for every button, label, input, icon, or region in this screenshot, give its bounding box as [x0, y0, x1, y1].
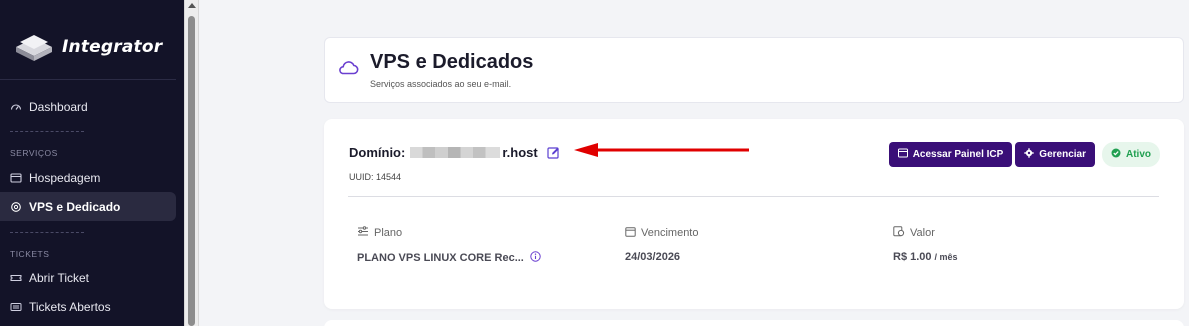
sidebar-separator — [10, 131, 84, 132]
redacted-domain — [410, 147, 501, 158]
scroll-up-arrow-icon[interactable] — [188, 3, 196, 8]
gear-globe-icon — [10, 201, 22, 213]
sidebar-separator — [10, 232, 84, 233]
next-service-card — [324, 320, 1184, 326]
ticket-icon — [10, 272, 22, 284]
sidebar-item-label: VPS e Dedicado — [29, 199, 121, 214]
red-arrow-annotation — [574, 143, 749, 157]
brand-logo[interactable]: Integrator — [12, 30, 162, 64]
sidebar-item-abrir-ticket[interactable]: Abrir Ticket — [0, 263, 176, 292]
sidebar-item-hospedagem[interactable]: Hospedagem — [0, 163, 176, 192]
sidebar-item-label: Dashboard — [29, 99, 88, 114]
check-circle-icon — [1111, 148, 1121, 161]
sliders-icon — [357, 226, 369, 240]
sidebar-item-label: Abrir Ticket — [29, 270, 90, 285]
plan-label: Plano — [374, 227, 403, 239]
manage-label: Gerenciar — [1039, 149, 1086, 160]
sidebar-item-tickets-abertos[interactable]: Tickets Abertos — [0, 292, 176, 321]
sidebar-item-vps-dedicado[interactable]: VPS e Dedicado — [0, 192, 176, 221]
plan-column: Plano PLANO VPS LINUX CORE Rec... — [357, 226, 541, 265]
price-period: / mês — [934, 252, 958, 262]
sidebar-item-label: Hospedagem — [29, 170, 101, 185]
sidebar-item-dashboard[interactable]: Dashboard — [0, 92, 176, 121]
domain-label: Domínio: — [349, 145, 406, 160]
sidebar-divider — [0, 79, 176, 80]
window-icon — [897, 148, 908, 161]
logo-icon — [12, 30, 56, 64]
plan-value: PLANO VPS LINUX CORE Rec... — [357, 252, 524, 264]
section-label-services: SERVIÇOS — [10, 148, 58, 158]
sidebar: Integrator Dashboard SERVIÇOS Hospedagem… — [0, 0, 184, 326]
page-header-card: VPS e Dedicados Serviços associados ao s… — [324, 37, 1184, 103]
card-divider — [348, 196, 1159, 197]
due-value: 24/03/2026 — [625, 251, 681, 263]
brand-name: Integrator — [62, 37, 163, 57]
gauge-icon — [10, 101, 22, 113]
info-icon[interactable] — [530, 251, 541, 265]
price-tag-icon — [893, 226, 905, 240]
due-column: Vencimento 24/03/2026 — [625, 226, 698, 263]
manage-button[interactable]: Gerenciar — [1015, 142, 1095, 167]
status-badge: Ativo — [1102, 142, 1160, 167]
domain-row: Domínio: r.host — [349, 145, 560, 160]
uuid-text: UUID: 14544 — [349, 172, 402, 182]
status-text: Ativo — [1126, 149, 1151, 160]
price-label: Valor — [910, 227, 935, 239]
sidebar-scrollbar[interactable] — [184, 0, 199, 326]
domain-suffix: r.host — [502, 145, 538, 160]
price-value: R$ 1.00 — [893, 251, 932, 263]
section-label-tickets: TICKETS — [10, 249, 50, 259]
service-card: Domínio: r.host UUID: 14544 Acessar Pain… — [324, 119, 1184, 309]
access-panel-button[interactable]: Acessar Painel ICP — [888, 142, 1013, 167]
page-subtitle: Serviços associados ao seu e-mail. — [370, 79, 512, 89]
browser-window-icon — [10, 172, 22, 184]
page-title: VPS e Dedicados — [370, 51, 534, 73]
scroll-thumb[interactable] — [188, 16, 195, 326]
price-column: Valor R$ 1.00 / mês — [893, 226, 958, 263]
gear-icon — [1024, 148, 1034, 161]
list-box-icon — [10, 301, 22, 313]
due-label: Vencimento — [641, 227, 699, 239]
cloud-icon — [337, 59, 359, 80]
service-actions: Acessar Painel ICP Gerenciar Ativo — [888, 142, 1160, 167]
edit-icon[interactable] — [547, 146, 560, 159]
access-panel-label: Acessar Painel ICP — [912, 149, 1004, 160]
calendar-icon — [625, 226, 636, 240]
sidebar-item-label: Tickets Abertos — [29, 299, 111, 314]
